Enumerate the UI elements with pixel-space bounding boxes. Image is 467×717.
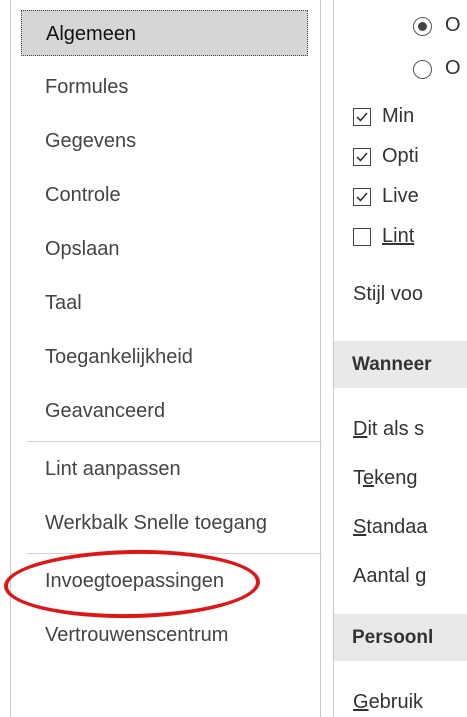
- label-part: tandaa: [366, 516, 428, 538]
- nav-item-label: Taal: [45, 292, 82, 314]
- checkbox-label: Lint: [382, 225, 415, 247]
- field-label-dit-als[interactable]: Dit als s: [353, 418, 424, 441]
- nav-item-label: Controle: [45, 184, 121, 206]
- nav-item-controle[interactable]: Controle: [21, 172, 308, 218]
- label-part: it als s: [367, 418, 425, 440]
- nav-item-label: Geavanceerd: [45, 400, 166, 422]
- nav-item-label: Formules: [45, 76, 129, 98]
- label-part: Aantal: [353, 565, 416, 587]
- checkbox-label: Live: [382, 185, 419, 207]
- checkbox-label: Min: [382, 105, 415, 127]
- checkbox-unchecked-icon: [353, 228, 371, 246]
- checkbox-checked-icon: [353, 148, 371, 166]
- nav-item-toegankelijkheid[interactable]: Toegankelijkheid: [21, 334, 308, 380]
- radio-label: O: [445, 57, 461, 79]
- options-content-panel: O O Min Opti Live Lint Stijl voo Wanneer…: [333, 0, 467, 717]
- field-label-standaa[interactable]: Standaa: [353, 516, 428, 539]
- nav-item-opslaan[interactable]: Opslaan: [21, 226, 308, 272]
- field-label-tekeng[interactable]: Tekeng: [353, 467, 418, 490]
- nav-item-gegevens[interactable]: Gegevens: [21, 118, 308, 164]
- access-key: G: [353, 691, 369, 713]
- nav-item-label: Gegevens: [45, 130, 137, 152]
- label-part: T: [353, 467, 363, 489]
- field-label-gebruik[interactable]: Gebruik: [353, 691, 423, 714]
- label-part: keng: [374, 467, 418, 489]
- nav-item-vertrouwenscentrum[interactable]: Vertrouwenscentrum: [21, 612, 308, 658]
- nav-item-label: Algemeen: [46, 23, 137, 45]
- checkbox-checked-icon: [353, 188, 371, 206]
- access-key: D: [353, 418, 368, 440]
- radio-label: O: [445, 14, 461, 36]
- nav-item-lint-aanpassen[interactable]: Lint aanpassen: [21, 446, 308, 492]
- access-key: S: [353, 516, 367, 538]
- label-part: ebruik: [368, 691, 424, 713]
- access-key: g: [415, 565, 427, 587]
- access-key: e: [363, 467, 375, 489]
- nav-item-formules[interactable]: Formules: [21, 64, 308, 110]
- nav-item-label: Werkbalk Snelle toegang: [45, 512, 267, 534]
- checkbox-checked-icon: [353, 108, 371, 126]
- section-header: Wanneer: [334, 341, 467, 388]
- nav-item-label: Toegankelijkheid: [45, 346, 193, 368]
- style-label: Stijl voo: [353, 283, 424, 305]
- section-header: Persoonl: [334, 614, 467, 661]
- nav-item-label: Opslaan: [45, 238, 120, 260]
- nav-item-geavanceerd[interactable]: Geavanceerd: [21, 388, 308, 434]
- field-label-aantal[interactable]: Aantal g: [353, 565, 426, 588]
- nav-item-label: Lint aanpassen: [45, 458, 181, 480]
- checkbox-label: Opti: [382, 145, 419, 167]
- nav-divider: [27, 441, 322, 442]
- nav-item-taal[interactable]: Taal: [21, 280, 308, 326]
- radio-selected-icon: [413, 17, 432, 36]
- nav-item-label: Vertrouwenscentrum: [45, 624, 229, 646]
- radio-unselected-icon: [413, 60, 432, 79]
- nav-item-werkbalk-snelle-toegang[interactable]: Werkbalk Snelle toegang: [21, 500, 308, 546]
- nav-item-algemeen[interactable]: Algemeen: [21, 10, 308, 56]
